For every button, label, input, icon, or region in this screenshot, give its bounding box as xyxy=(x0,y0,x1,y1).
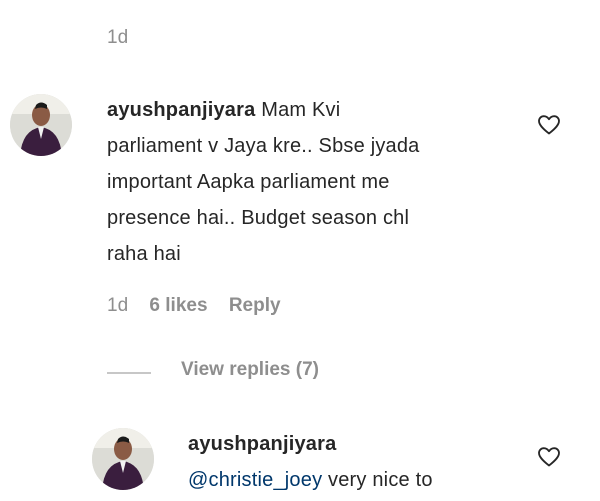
reply-like-button[interactable] xyxy=(537,445,561,474)
comment-text-line: presence hai.. Budget season chl xyxy=(107,207,410,229)
heart-outline-icon xyxy=(538,115,560,135)
reply-text-line: @christie_joey very nice to xyxy=(188,462,528,498)
reply-mention[interactable]: @christie_joey xyxy=(188,469,322,491)
comment-line-1: ayushpanjiyara Mam Kvi xyxy=(107,92,547,128)
comment-text-line: Mam Kvi xyxy=(261,99,341,121)
likes-count[interactable]: 6 likes xyxy=(149,295,207,316)
comment-text-line: raha hai xyxy=(107,243,181,265)
reply-comment: ayushpanjiyara @christie_joey very nice … xyxy=(0,420,600,501)
comment: ayushpanjiyara Mam Kvi parliament v Jaya… xyxy=(0,80,600,420)
reply-username[interactable]: ayushpanjiyara xyxy=(188,426,528,462)
replies-divider xyxy=(107,372,151,374)
heart-outline-icon xyxy=(538,447,560,467)
comment-avatar[interactable] xyxy=(10,94,72,156)
reply-avatar[interactable] xyxy=(92,428,154,490)
previous-comment-time: 1d xyxy=(107,27,129,48)
comment-text: ayushpanjiyara Mam Kvi parliament v Jaya… xyxy=(107,92,547,272)
view-replies-button[interactable]: View replies (7) xyxy=(181,359,319,381)
reply-text-content: very nice to xyxy=(322,469,433,491)
comment-meta: 1d 6 likes Reply xyxy=(107,295,281,317)
reply-text: ayushpanjiyara @christie_joey very nice … xyxy=(188,426,528,498)
avatar-person-icon xyxy=(92,428,154,490)
comment-text-line: parliament v Jaya kre.. Sbse jyada xyxy=(107,135,420,157)
comment-time: 1d xyxy=(107,295,129,316)
avatar-person-icon xyxy=(10,94,72,156)
comment-username[interactable]: ayushpanjiyara xyxy=(107,99,255,121)
reply-button[interactable]: Reply xyxy=(229,295,281,316)
comment-text-line: important Aapka parliament me xyxy=(107,171,390,193)
like-button[interactable] xyxy=(537,113,561,142)
